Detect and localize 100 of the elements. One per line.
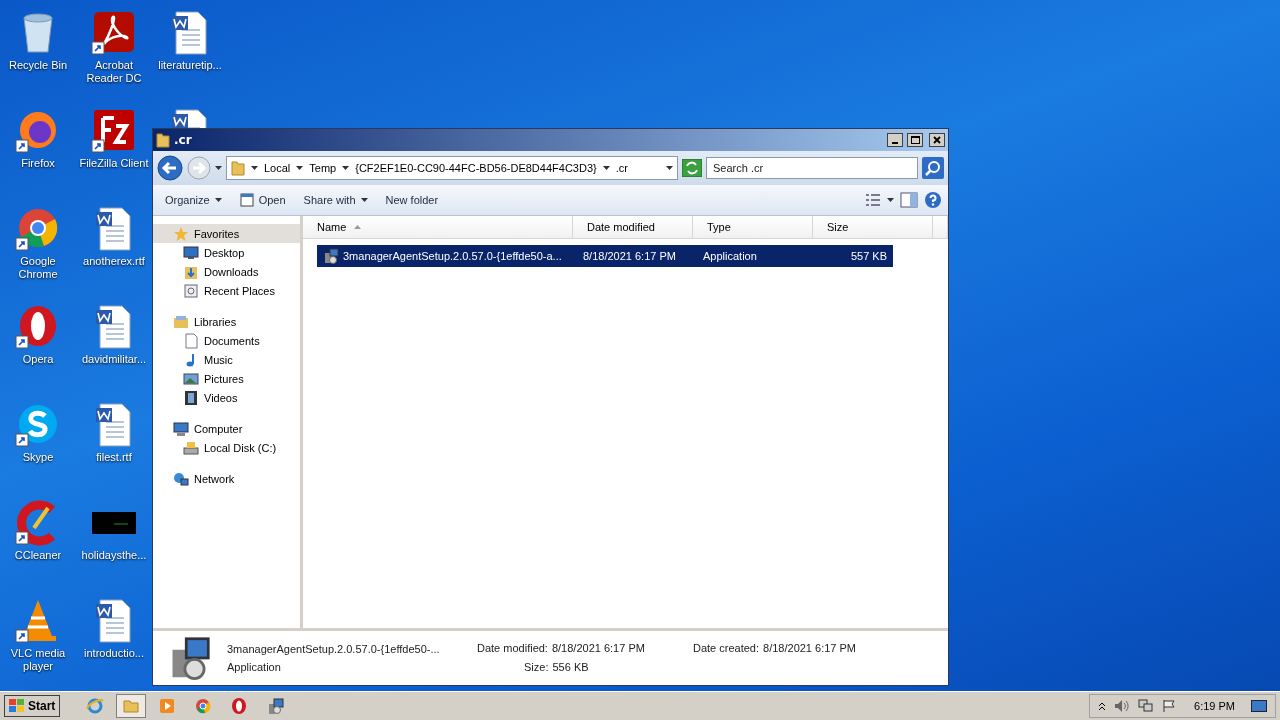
speaker-icon[interactable] [1114,699,1131,713]
window-icon [239,193,254,207]
search-icon[interactable] [922,157,944,179]
windows-logo-icon [9,699,25,713]
desktop-icon-label[interactable]: literaturetip... [152,59,228,72]
documents-icon [183,332,199,349]
star-icon [173,225,189,242]
breadcrumb[interactable]: Temp [309,162,337,174]
preview-pane-icon[interactable] [900,192,918,208]
desktop-icon-label[interactable]: filest.rtf [76,451,152,464]
folder-icon [122,697,141,715]
desktop-icon-label[interactable]: anotherex.rtf [76,255,152,268]
chrome-icon [194,697,213,715]
desktop-icon-label[interactable]: introductio... [76,647,152,660]
field-label: Date created: [693,642,760,655]
start-button[interactable]: Start [4,695,61,717]
file-row[interactable]: 3managerAgentSetup.2.0.57.0-{1effde50-a... 8/18/2021 6:17 PM Application 557 KB [317,245,893,267]
chevron-icon[interactable] [296,166,304,170]
desktop-icon-label[interactable]: Recycle Bin [0,59,76,72]
back-button[interactable] [157,155,183,181]
opera-icon [230,697,249,715]
play-icon [158,697,177,715]
column-header[interactable]: Type [693,216,813,238]
column-header[interactable]: Size [813,216,933,238]
field-label: Date modified: [477,642,548,655]
chevron-up-icon[interactable] [1098,701,1107,711]
nav-item[interactable]: Libraries [153,312,300,331]
caret-icon [215,166,222,170]
desktop-icon-label[interactable]: Firefox [0,157,76,170]
installer-icon [323,248,339,264]
desktop-icon-label[interactable]: holidaysthe... [76,549,152,562]
nav-item[interactable]: Favorites [153,224,300,243]
toolbar-button[interactable]: Organize [159,191,228,209]
nav-item[interactable]: Recent Places [153,281,300,300]
videos-icon [183,389,199,406]
search-field[interactable]: Search .cr [706,157,918,179]
desktop-icon-label[interactable]: FileZilla Client [76,157,152,170]
nav-item[interactable]: Network [153,469,300,488]
desktop-icon-label[interactable]: davidmilitar... [76,353,152,366]
maximize-icon [910,136,920,144]
size-cell-text: 557 KB [849,250,888,262]
toolbar-button[interactable]: Share with [297,191,374,209]
address-bar[interactable]: Local Temp {CF2EF1E0-CC90-44FC-BD56-DE8D44F4C3D3} .cr [226,156,678,180]
pictures-icon [183,370,199,387]
disk-icon [183,439,199,456]
nav-item[interactable]: Downloads [153,262,300,281]
breadcrumb[interactable]: .cr [615,162,628,174]
nav-item[interactable]: Local Disk (C:) [153,438,300,457]
caret-icon [666,166,673,170]
folder-taskbar-button[interactable] [116,694,147,718]
caret-icon [887,198,894,202]
browser-icon [86,697,105,715]
date-cell-text: 8/18/2021 6:17 PM [582,250,677,262]
network-icon[interactable] [1138,699,1155,713]
recent-icon [183,282,199,299]
file-name: 3managerAgentSetup.2.0.57.0-{1effde50-... [227,643,441,655]
chevron-icon[interactable] [251,166,258,170]
nav-item[interactable]: Desktop [153,243,300,262]
toolbar-button[interactable]: Open [233,190,292,210]
nav-item[interactable]: Music [153,350,300,369]
chevron-icon[interactable] [342,166,350,170]
nav-item[interactable]: Computer [153,419,300,438]
clock[interactable]: 6:19 PM [1194,700,1235,712]
breadcrumb[interactable]: {CF2EF1E0-CC90-44FC-BD56-DE8D44F4C3D3} [355,162,597,174]
toolbar-button[interactable]: New folder [379,191,445,209]
desktop-icon [183,244,199,261]
computer-icon [173,420,189,437]
nav-item[interactable]: Pictures [153,369,300,388]
help-icon[interactable] [924,191,942,209]
network-icon [173,470,189,487]
file-type: Application [227,661,282,673]
desktop-icon-label[interactable]: Google Chrome [0,255,76,281]
close-button[interactable] [929,133,945,147]
column-header[interactable]: Date modified [573,216,693,238]
field-value: 556 KB [552,661,589,674]
installer-icon [266,697,285,715]
caret-icon [360,198,368,202]
folder-icon [231,160,245,176]
nav-item[interactable]: Videos [153,388,300,407]
desktop-icon-label[interactable]: Opera [0,353,76,366]
view-options-icon[interactable] [865,193,881,207]
minimize-button[interactable] [887,133,903,147]
show-desktop-icon[interactable] [1251,700,1267,712]
nav-item[interactable]: Documents [153,331,300,350]
desktop-icon-label[interactable]: Skype [0,451,76,464]
close-icon [933,136,941,144]
field-label: Size: [524,661,549,674]
desktop-icon-label[interactable]: VLC media player [0,647,76,673]
chevron-icon[interactable] [602,166,610,170]
column-header[interactable]: Name [303,216,573,238]
libraries-icon [173,313,189,330]
folder-icon [156,132,170,148]
maximize-button[interactable] [907,133,923,147]
breadcrumb[interactable]: Local [264,162,291,174]
desktop-icon-label[interactable]: Acrobat Reader DC [76,59,152,85]
refresh-button[interactable] [682,159,702,177]
sort-arrow-icon [354,225,362,229]
flag-icon[interactable] [1162,699,1177,713]
desktop-icon-label[interactable]: CCleaner [0,549,76,562]
file-name: 3managerAgentSetup.2.0.57.0-{1effde50-a... [317,248,577,264]
